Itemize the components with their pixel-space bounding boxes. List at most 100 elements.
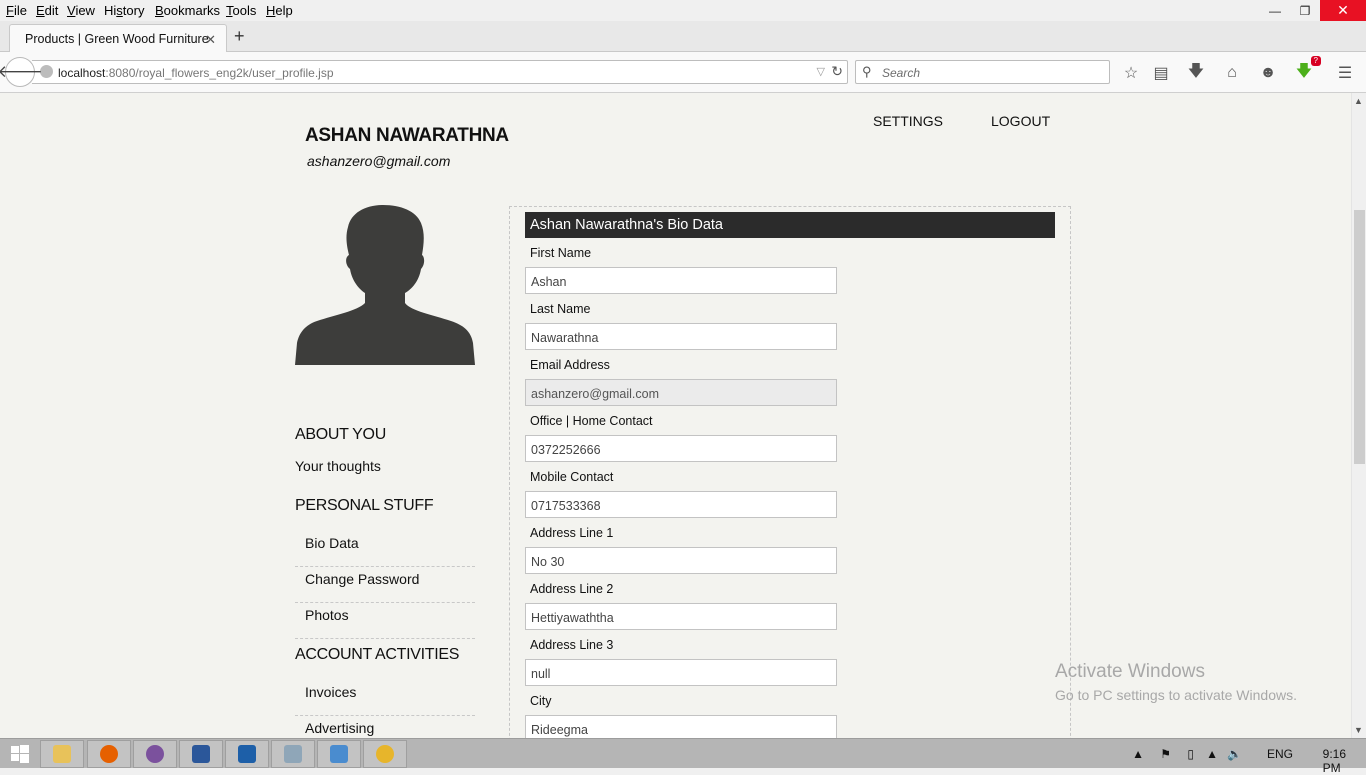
menu-bookmarks[interactable]: Bookmarks [155,3,220,18]
first-name-label: First Name [530,246,592,260]
url-dropdown-icon[interactable]: ▽ [817,65,825,78]
sidebar-item-photos[interactable]: Photos [295,603,475,639]
menu-file[interactable]: File [6,3,27,18]
windows-logo-icon [11,745,29,763]
menu-view[interactable]: View [67,3,95,18]
restore-icon[interactable]: ❐ [1290,0,1320,21]
tab-active[interactable]: Products | Green Wood Furniture ✕ [9,24,227,53]
activate-windows-watermark: Activate Windows Go to PC settings to ac… [1055,661,1297,703]
paint-icon [376,745,394,763]
avatar-silhouette-icon [295,205,475,365]
close-window-icon[interactable]: ✕ [1320,0,1366,21]
window-controls: — ❐ ✕ [1260,0,1366,21]
sidebar-item-change-password[interactable]: Change Password [295,567,475,603]
menu-help[interactable]: Help [266,3,293,18]
settings-link[interactable]: SETTINGS [873,113,943,129]
taskbar-photos[interactable] [271,740,315,768]
search-input[interactable]: ⚲ Search [855,60,1110,84]
tab-title: Products | Green Wood Furniture [25,32,209,46]
vertical-scrollbar[interactable]: ▲ ▼ [1351,93,1366,738]
sidebar-item-bio-data[interactable]: Bio Data [295,531,475,567]
address-line-1-label: Address Line 1 [530,526,614,540]
reload-icon[interactable]: ↻ [831,63,843,80]
sidebar-item-advertising[interactable]: Advertising [295,716,475,738]
taskbar-firefox[interactable] [87,740,131,768]
url-text: localhost:8080/royal_flowers_eng2k/user_… [58,66,334,80]
language-indicator[interactable]: ENG [1267,747,1293,761]
viber-icon [146,745,164,763]
email-label: Email Address [530,358,610,372]
mobile-contact-field[interactable]: 0717533368 [525,491,837,518]
profile-email: ashanzero@gmail.com [307,153,451,169]
home-icon[interactable]: ⌂ [1221,62,1243,84]
address-line-2-label: Address Line 2 [530,582,614,596]
logout-link[interactable]: LOGOUT [991,113,1050,129]
scroll-up-icon[interactable]: ▲ [1354,96,1363,106]
notification-badge: ? [1310,56,1321,66]
menu-edit[interactable]: Edit [36,3,58,18]
menu-hamburger-icon[interactable]: ☰ [1334,62,1356,84]
address-line-2-field[interactable]: Hettiyawaththa [525,603,837,630]
page-content: ASHAN NAWARATHNA ashanzero@gmail.com SET… [0,93,1351,738]
remote-desktop-icon [330,745,348,763]
menu-tools[interactable]: Tools [226,3,256,18]
account-activities-heading: ACCOUNT ACTIVITIES [295,646,460,663]
email-field[interactable]: ashanzero@gmail.com [525,379,837,406]
hello-icon[interactable]: ☻ [1257,62,1279,84]
tray-expand-icon[interactable]: ▲ [1132,747,1144,761]
start-button[interactable] [0,739,40,769]
city-field[interactable]: Rideegma [525,715,837,738]
back-arrow-icon: 🡐 [0,62,43,81]
search-icon: ⚲ [862,64,872,79]
home-contact-label: Office | Home Contact [530,414,653,428]
personal-stuff-heading: PERSONAL STUFF [295,497,434,514]
address-line-1-field[interactable]: No 30 [525,547,837,574]
sidebar-item-invoices[interactable]: Invoices [295,680,475,716]
tab-strip: Products | Green Wood Furniture ✕ + [0,21,1366,53]
scroll-down-icon[interactable]: ▼ [1354,725,1363,735]
firefox-icon [100,745,118,763]
download-icon[interactable]: 🡇 [1185,62,1207,84]
home-contact-field[interactable]: 0372252666 [525,435,837,462]
url-bar[interactable]: localhost:8080/royal_flowers_eng2k/user_… [32,60,848,84]
first-name-field[interactable]: Ashan [525,267,837,294]
last-name-field[interactable]: Nawarathna [525,323,837,350]
navigation-bar: localhost:8080/royal_flowers_eng2k/user_… [0,52,1366,93]
bookmark-star-icon[interactable]: ☆ [1120,62,1142,84]
taskbar-word[interactable] [179,740,223,768]
menu-bar: File Edit View History Bookmarks Tools H… [0,0,1366,21]
back-button[interactable]: 🡐 [0,57,43,87]
address-line-3-field[interactable]: null [525,659,837,686]
taskbar-virtualbox[interactable] [225,740,269,768]
close-tab-icon[interactable]: ✕ [205,32,216,48]
reading-list-icon[interactable]: ▤ [1150,62,1172,84]
new-tab-icon[interactable]: + [234,26,245,47]
taskbar-paint[interactable] [363,740,407,768]
taskbar-remote-desktop[interactable] [317,740,361,768]
profile-name: ASHAN NAWARATHNA [305,125,509,146]
scrollbar-thumb[interactable] [1354,210,1365,464]
taskbar-viber[interactable] [133,740,177,768]
activate-windows-subtitle: Go to PC settings to activate Windows. [1055,687,1297,703]
minimize-icon[interactable]: — [1260,0,1290,21]
menu-history[interactable]: History [104,3,144,18]
taskbar-file-explorer[interactable] [40,740,84,768]
battery-icon[interactable]: ▯ [1187,747,1194,761]
activate-windows-title: Activate Windows [1055,661,1205,682]
your-thoughts-link[interactable]: Your thoughts [295,458,381,474]
clock[interactable]: 9:16 PM [1323,747,1346,775]
virtualbox-icon [238,745,256,763]
network-icon[interactable]: ▲ [1206,747,1218,761]
last-name-label: Last Name [530,302,591,316]
city-label: City [530,694,552,708]
bio-data-title: Ashan Nawarathna's Bio Data [525,212,1055,238]
taskbar: ▲ ⚑ ▯ ▲ 🔈 ENG 9:16 PM [0,738,1366,775]
addon-download-icon[interactable]: 🡇? [1293,56,1321,84]
folder-icon [53,745,71,763]
mobile-contact-label: Mobile Contact [530,470,614,484]
volume-icon[interactable]: 🔈 [1227,747,1242,761]
word-icon [192,745,210,763]
action-center-flag-icon[interactable]: ⚑ [1160,747,1171,761]
address-line-3-label: Address Line 3 [530,638,614,652]
about-you-heading: ABOUT YOU [295,426,386,443]
